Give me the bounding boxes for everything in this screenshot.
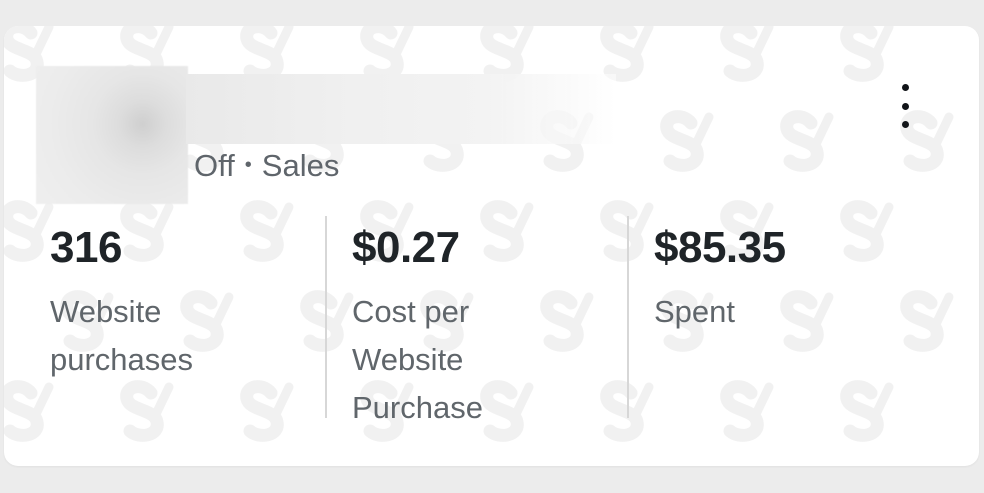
- metric-cost-per-purchase: $0.27 Cost per Website Purchase: [352, 216, 612, 436]
- ad-summary-card[interactable]: Off • Sales 316 Website purchases $0.27 …: [4, 26, 979, 466]
- more-vertical-icon: [901, 121, 909, 128]
- metric-website-purchases: 316 Website purchases: [50, 216, 310, 436]
- metric-divider: [325, 216, 327, 418]
- status-text: Off: [194, 148, 235, 183]
- metrics-row: 316 Website purchases $0.27 Cost per Web…: [4, 216, 979, 436]
- metric-label: Website purchases: [50, 294, 194, 377]
- card-header: Off • Sales: [4, 26, 979, 216]
- more-vertical-icon: [901, 102, 909, 110]
- metric-spent: $85.35 Spent: [654, 216, 914, 436]
- metric-value: $85.35: [654, 223, 786, 272]
- metric-label: Spent: [654, 294, 736, 329]
- more-options-button[interactable]: [893, 84, 917, 128]
- objective-text: Sales: [261, 148, 340, 183]
- metric-label: Cost per Website Purchase: [352, 294, 483, 425]
- metric-value: 316: [50, 223, 122, 272]
- page: Off • Sales 316 Website purchases $0.27 …: [0, 0, 984, 493]
- blurred-thumbnail: [36, 66, 188, 204]
- metric-value: $0.27: [352, 223, 460, 272]
- blurred-campaign-title: [186, 74, 616, 144]
- metric-divider: [627, 216, 629, 418]
- more-vertical-icon: [901, 84, 909, 91]
- separator-dot: •: [244, 153, 252, 176]
- campaign-subtitle: Off • Sales: [194, 150, 339, 181]
